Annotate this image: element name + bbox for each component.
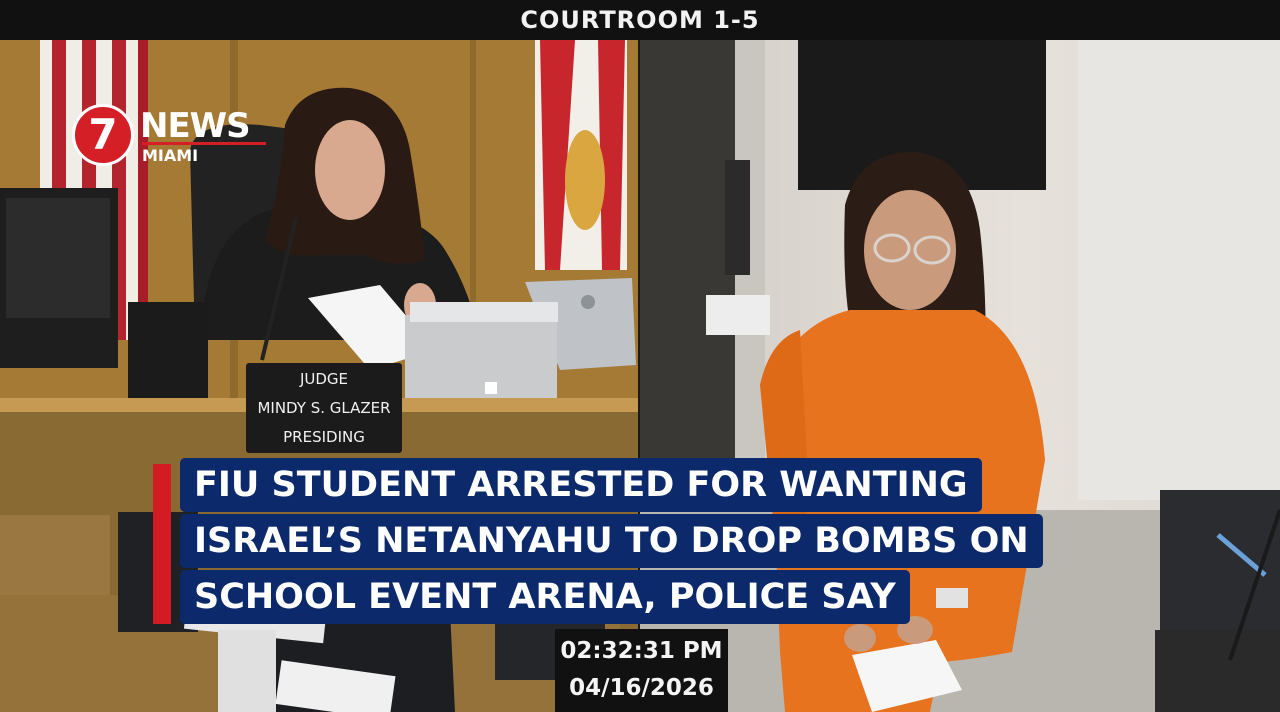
nameplate-title: JUDGE	[299, 369, 349, 388]
timestamp-time: 02:32:31 PM	[560, 638, 723, 664]
white-board	[1078, 40, 1280, 500]
nameplate-role: PRESIDING	[283, 427, 365, 446]
wall-device	[725, 160, 750, 275]
monitor	[0, 188, 118, 368]
podium	[218, 630, 276, 712]
video-frame: 7 NEWS MIAMI JUDGE MINDY S. GLAZER PRESI…	[0, 40, 1280, 712]
logo-city: MIAMI	[142, 146, 199, 165]
paper-tray	[405, 302, 558, 405]
florida-flag	[535, 40, 627, 270]
nameplate-name: MINDY S. GLAZER	[257, 398, 391, 417]
logo-brand: NEWS	[140, 106, 251, 146]
headline-line-1: FIU STUDENT ARRESTED FOR WANTING	[180, 458, 982, 512]
news-logo: 7 NEWS MIAMI	[72, 104, 272, 168]
paper-stack	[706, 295, 770, 335]
desk-phone	[128, 302, 208, 408]
headline-accent-bar	[153, 464, 171, 624]
logo-divider	[142, 142, 266, 145]
judge-nameplate: JUDGE MINDY S. GLAZER PRESIDING	[246, 363, 402, 453]
wristband	[936, 588, 968, 608]
judge-face	[315, 120, 385, 220]
timestamp-date: 04/16/2026	[569, 675, 714, 701]
clerk-desk	[1155, 630, 1280, 712]
timestamp-box: 02:32:31 PM 04/16/2026	[555, 629, 728, 712]
defendant-hand-left	[844, 624, 876, 652]
headline-line-3: SCHOOL EVENT ARENA, POLICE SAY	[180, 570, 910, 624]
headline-line-2: ISRAEL’S NETANYAHU TO DROP BOMBS ON	[180, 514, 1043, 568]
top-bar: COURTROOM 1-5	[0, 0, 1280, 40]
channel-7-icon: 7	[72, 104, 134, 166]
courtroom-title: COURTROOM 1-5	[520, 6, 760, 34]
